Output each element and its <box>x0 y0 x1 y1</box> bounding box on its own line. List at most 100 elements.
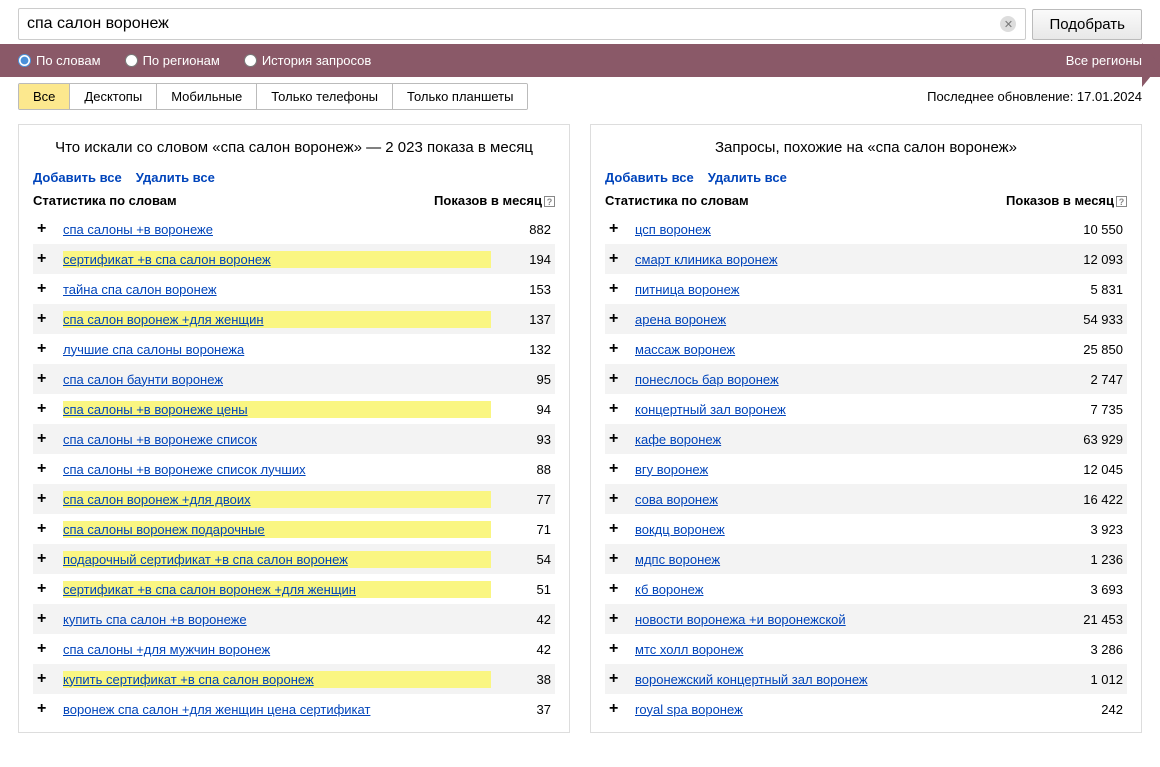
keyword-link[interactable]: купить спа салон +в воронеже <box>63 612 491 627</box>
add-icon[interactable]: + <box>609 520 623 538</box>
keyword-link[interactable]: royal spa воронеж <box>635 702 1063 717</box>
table-row: +кафе воронеж63 929 <box>605 424 1127 454</box>
keyword-link[interactable]: спа салон воронеж +для двоих <box>63 491 491 508</box>
table-row: +вгу воронеж12 045 <box>605 454 1127 484</box>
remove-all-right[interactable]: Удалить все <box>708 170 787 185</box>
add-icon[interactable]: + <box>609 580 623 598</box>
keyword-link[interactable]: спа салоны +в воронеже <box>63 222 491 237</box>
keyword-link[interactable]: воронеж спа салон +для женщин цена серти… <box>63 702 491 717</box>
add-icon[interactable]: + <box>609 460 623 478</box>
add-icon[interactable]: + <box>609 220 623 238</box>
add-icon[interactable]: + <box>609 310 623 328</box>
keyword-link[interactable]: массаж воронеж <box>635 342 1063 357</box>
shows-count: 51 <box>491 582 551 597</box>
add-icon[interactable]: + <box>37 610 51 628</box>
keyword-link[interactable]: кафе воронеж <box>635 432 1063 447</box>
table-row: +спа салоны +в воронеже882 <box>33 214 555 244</box>
keyword-link[interactable]: новости воронежа +и воронежской <box>635 612 1063 627</box>
add-icon[interactable]: + <box>37 490 51 508</box>
add-all-right[interactable]: Добавить все <box>605 170 694 185</box>
keyword-link[interactable]: спа салоны +в воронеже цены <box>63 401 491 418</box>
device-tab[interactable]: Мобильные <box>157 84 257 109</box>
shows-count: 194 <box>491 252 551 267</box>
keyword-link[interactable]: понеслось бар воронеж <box>635 372 1063 387</box>
col-stats-left: Статистика по словам <box>33 193 177 208</box>
add-icon[interactable]: + <box>609 640 623 658</box>
table-row: +арена воронеж54 933 <box>605 304 1127 334</box>
keyword-link[interactable]: купить сертификат +в спа салон воронеж <box>63 671 491 688</box>
remove-all-left[interactable]: Удалить все <box>136 170 215 185</box>
col-shows-left: Показов в месяц? <box>434 193 555 208</box>
add-icon[interactable]: + <box>37 220 51 238</box>
help-icon[interactable]: ? <box>1116 196 1127 207</box>
keyword-link[interactable]: мтс холл воронеж <box>635 642 1063 657</box>
keyword-link[interactable]: спа салоны +в воронеже список лучших <box>63 462 491 477</box>
add-icon[interactable]: + <box>609 280 623 298</box>
keyword-link[interactable]: подарочный сертификат +в спа салон ворон… <box>63 551 491 568</box>
keyword-link[interactable]: спа салоны +для мужчин воронеж <box>63 642 491 657</box>
add-icon[interactable]: + <box>37 520 51 538</box>
keyword-link[interactable]: тайна спа салон воронеж <box>63 282 491 297</box>
filter-radio[interactable]: История запросов <box>244 53 372 68</box>
add-icon[interactable]: + <box>609 430 623 448</box>
keyword-link[interactable]: спа салоны +в воронеже список <box>63 432 491 447</box>
add-icon[interactable]: + <box>37 460 51 478</box>
search-input[interactable] <box>18 8 1026 40</box>
device-tab[interactable]: Все <box>19 84 70 109</box>
add-icon[interactable]: + <box>37 550 51 568</box>
add-icon[interactable]: + <box>37 340 51 358</box>
shows-count: 93 <box>491 432 551 447</box>
keyword-link[interactable]: смарт клиника воронеж <box>635 252 1063 267</box>
device-tab[interactable]: Десктопы <box>70 84 157 109</box>
add-icon[interactable]: + <box>609 340 623 358</box>
keyword-link[interactable]: вокдц воронеж <box>635 522 1063 537</box>
filter-radio[interactable]: По словам <box>18 53 101 68</box>
shows-count: 153 <box>491 282 551 297</box>
add-icon[interactable]: + <box>609 700 623 718</box>
keyword-link[interactable]: лучшие спа салоны воронежа <box>63 342 491 357</box>
add-icon[interactable]: + <box>37 370 51 388</box>
add-icon[interactable]: + <box>37 310 51 328</box>
device-tab[interactable]: Только телефоны <box>257 84 393 109</box>
submit-button[interactable]: Подобрать <box>1032 9 1142 40</box>
keyword-link[interactable]: питница воронеж <box>635 282 1063 297</box>
add-icon[interactable]: + <box>609 610 623 628</box>
keyword-link[interactable]: мдпс воронеж <box>635 552 1063 567</box>
add-icon[interactable]: + <box>37 670 51 688</box>
add-icon[interactable]: + <box>37 280 51 298</box>
shows-count: 242 <box>1063 702 1123 717</box>
keyword-link[interactable]: сертификат +в спа салон воронеж +для жен… <box>63 581 491 598</box>
clear-icon[interactable]: ✕ <box>1000 16 1016 32</box>
keyword-link[interactable]: спа салон баунти воронеж <box>63 372 491 387</box>
shows-count: 94 <box>491 402 551 417</box>
add-icon[interactable]: + <box>609 490 623 508</box>
add-icon[interactable]: + <box>609 370 623 388</box>
keyword-link[interactable]: концертный зал воронеж <box>635 402 1063 417</box>
shows-count: 7 735 <box>1063 402 1123 417</box>
keyword-link[interactable]: кб воронеж <box>635 582 1063 597</box>
add-icon[interactable]: + <box>609 400 623 418</box>
add-all-left[interactable]: Добавить все <box>33 170 122 185</box>
keyword-link[interactable]: цсп воронеж <box>635 222 1063 237</box>
keyword-link[interactable]: сертификат +в спа салон воронеж <box>63 251 491 268</box>
add-icon[interactable]: + <box>609 250 623 268</box>
keyword-link[interactable]: арена воронеж <box>635 312 1063 327</box>
keyword-link[interactable]: воронежский концертный зал воронеж <box>635 672 1063 687</box>
add-icon[interactable]: + <box>37 250 51 268</box>
keyword-link[interactable]: вгу воронеж <box>635 462 1063 477</box>
left-panel-title: Что искали со словом «спа салон воронеж»… <box>33 139 555 156</box>
add-icon[interactable]: + <box>37 430 51 448</box>
add-icon[interactable]: + <box>37 700 51 718</box>
device-tab[interactable]: Только планшеты <box>393 84 527 109</box>
add-icon[interactable]: + <box>37 400 51 418</box>
add-icon[interactable]: + <box>609 670 623 688</box>
add-icon[interactable]: + <box>37 580 51 598</box>
keyword-link[interactable]: спа салон воронеж +для женщин <box>63 311 491 328</box>
add-icon[interactable]: + <box>609 550 623 568</box>
filter-radio[interactable]: По регионам <box>125 53 220 68</box>
help-icon[interactable]: ? <box>544 196 555 207</box>
keyword-link[interactable]: спа салоны воронеж подарочные <box>63 521 491 538</box>
all-regions-link[interactable]: Все регионы <box>1066 53 1142 68</box>
keyword-link[interactable]: сова воронеж <box>635 492 1063 507</box>
add-icon[interactable]: + <box>37 640 51 658</box>
